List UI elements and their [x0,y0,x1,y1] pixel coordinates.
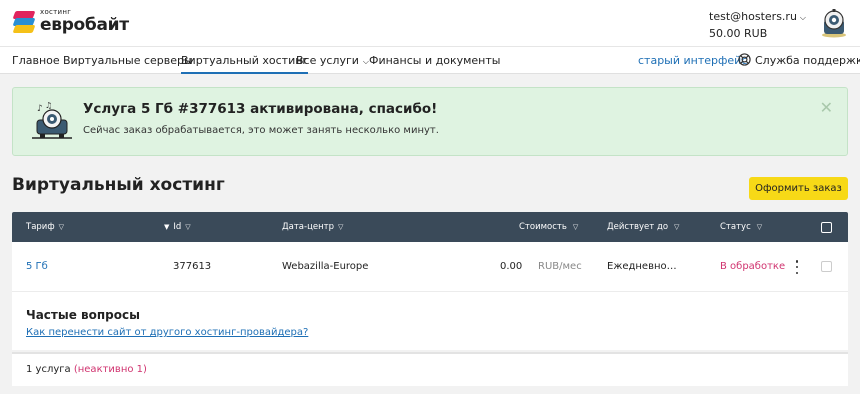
filter-icon: ▽ [58,223,64,231]
row-checkbox[interactable] [821,261,832,272]
support-link[interactable]: Служба поддержки [738,47,860,74]
account-menu[interactable]: test@hosters.ru ⌵ 50.00 RUB [709,9,806,42]
services-count-text: 1 услуга [26,364,71,375]
table-footer: 1 услуга (неактивно 1) [12,352,848,386]
cell-cost: 0.00 [500,261,523,272]
old-interface-link[interactable]: старый интерфейс [638,47,747,74]
th-id-label: Id [173,222,182,232]
filter-icon: ▽ [185,223,191,231]
services-table: Тариф ▽ ▼ Id ▽ Дата-центр ▽ Стоимость ▽ Дейст… [12,212,848,350]
top-header: хостинг евробайт test@hosters.ru ⌵ 50.00 … [0,0,860,46]
close-icon[interactable]: ✕ [820,98,833,117]
robot-success-icon: ♪ ♫ [32,101,72,139]
cell-tariff[interactable]: 5 Гб [26,242,48,292]
cell-datacenter: Webazilla-Europe [282,261,369,272]
select-all-checkbox[interactable] [821,222,832,233]
notice-title: Услуга 5 Гб #377613 активирована, спасиб… [83,101,438,117]
th-datacenter[interactable]: Дата-центр ▽ [282,212,343,242]
nav-item-vps[interactable]: Виртуальные серверы [63,47,193,74]
th-cost-label: Стоимость [519,222,567,232]
logo-icon [12,10,36,34]
sort-arrow-icon: ▼ [164,223,170,231]
page-title: Виртуальный хостинг [12,175,225,195]
cell-status: В обработке [720,261,786,272]
avatar-icon[interactable] [820,8,848,38]
th-id[interactable]: ▼ Id ▽ [164,212,191,242]
chevron-down-icon: ⌵ [799,13,806,22]
inactive-count-link[interactable]: (неактивно 1) [74,364,147,375]
success-notice: ♪ ♫ Услуга 5 Гб #377613 активирована, сп… [12,87,848,156]
filter-icon: ▽ [674,223,680,231]
lifebuoy-icon [738,53,751,66]
th-tariff[interactable]: Тариф ▽ [26,212,64,242]
row-menu-icon[interactable] [792,257,802,277]
svg-text:♫: ♫ [45,101,52,110]
th-valid-until[interactable]: Действует до ▽ [607,212,679,242]
cell-cost-unit: RUB/мес [538,261,582,272]
table-header: Тариф ▽ ▼ Id ▽ Дата-центр ▽ Стоимость ▽ Дейст… [12,212,848,242]
th-status[interactable]: Статус ▽ [720,212,762,242]
nav-item-main[interactable]: Главное [12,47,60,74]
nav-item-all-services[interactable]: Все услуги ⌵ [296,47,369,74]
table-row[interactable]: 5 Гб 377613 Webazilla-Europe 0.00 RUB/ме… [12,242,848,292]
th-datacenter-label: Дата-центр [282,222,334,232]
logo[interactable]: хостинг евробайт [12,9,129,34]
account-email[interactable]: test@hosters.ru [709,10,797,23]
filter-icon: ▽ [572,223,579,231]
th-status-label: Статус [720,222,751,232]
svg-text:♪: ♪ [37,104,43,114]
cell-valid-until: Ежедневно… [607,261,677,272]
support-label: Служба поддержки [755,54,860,67]
faq-section: Частые вопросы Как перенести сайт от дру… [12,292,848,350]
th-valid-until-label: Действует до [607,222,669,232]
faq-link[interactable]: Как перенести сайт от другого хостинг-пр… [26,327,308,338]
filter-icon: ▽ [756,223,763,231]
cell-id: 377613 [173,261,212,272]
th-cost[interactable]: Стоимость ▽ [519,212,578,242]
account-balance: 50.00 RUB [709,27,768,40]
main-nav: Главное Виртуальные серверы Виртуальный … [0,46,860,74]
services-count: 1 услуга (неактивно 1) [26,364,147,375]
nav-item-finance[interactable]: Финансы и документы [369,47,500,74]
order-button[interactable]: Оформить заказ [749,177,848,200]
nav-item-all-services-label: Все услуги [296,54,359,67]
notice-subtitle: Сейчас заказ обрабатывается, это может з… [83,125,439,136]
th-tariff-label: Тариф [26,222,55,232]
filter-icon: ▽ [338,223,344,231]
nav-item-hosting[interactable]: Виртуальный хостинг [181,47,309,74]
faq-title: Частые вопросы [26,308,140,322]
logo-name: евробайт [40,15,129,35]
